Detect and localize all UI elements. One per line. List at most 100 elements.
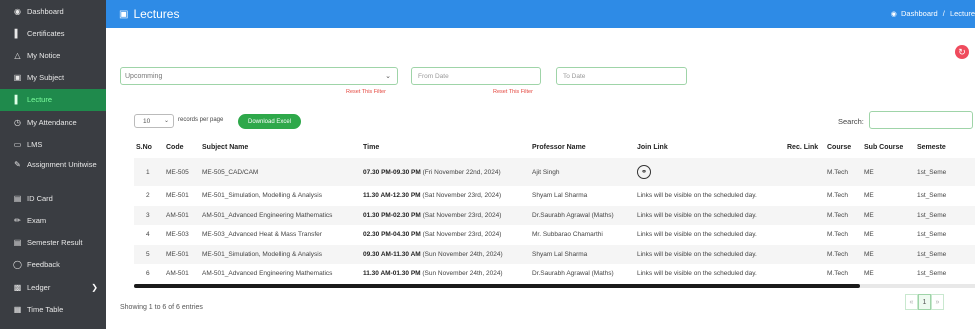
time-range: 11.30 AM-12.30 PM: [363, 192, 421, 200]
sidebar-item-time-table[interactable]: ▦ Time Table: [0, 298, 106, 320]
from-date-placeholder: From Date: [418, 72, 449, 80]
column-header-join-link[interactable]: Join Link: [635, 136, 785, 158]
sidebar-item-label: Lecture: [27, 95, 53, 105]
cell-time: 07.30 PM-09.30 PM (Fri November 22nd, 20…: [361, 158, 530, 186]
time-range: 01.30 PM-02.30 PM: [363, 211, 421, 219]
breadcrumb-home-link[interactable]: Dashboard: [901, 9, 938, 18]
next-page-button[interactable]: »: [931, 294, 944, 310]
sidebar-item-lms[interactable]: ▭ LMS: [0, 133, 106, 155]
link-icon[interactable]: ⚭: [637, 165, 651, 179]
palette-icon: ◉: [890, 11, 897, 18]
cell-time: 01.30 PM-02.30 PM (Sat November 23rd, 20…: [361, 205, 530, 225]
sidebar-item-my-attendance[interactable]: ◷ My Attendance: [0, 111, 106, 133]
chat-icon: ◯: [13, 260, 22, 270]
cell-sno: 4: [146, 231, 150, 239]
lectures-table: S.No Code Subject Name Time Professor Na…: [134, 136, 975, 284]
cell-sno: 6: [146, 270, 150, 278]
table-row: 4 ME-503 ME-503_Advanced Heat & Mass Tra…: [134, 225, 975, 245]
book-icon: ▣: [13, 73, 22, 83]
column-header-time[interactable]: Time: [361, 136, 530, 158]
download-excel-button[interactable]: Download Excel: [238, 114, 301, 129]
sidebar-item-feedback[interactable]: ◯ Feedback: [0, 254, 106, 276]
page-length-select[interactable]: 10 ⌄: [134, 114, 174, 128]
sidebar-item-my-notice[interactable]: △ My Notice: [0, 44, 106, 66]
records-per-page-label: records per page: [178, 117, 224, 123]
cell-semester: 1st_Seme: [917, 231, 947, 239]
time-range: 09.30 AM-11.30 AM: [363, 250, 421, 258]
cell-time: 02.30 PM-04.30 PM (Sat November 23rd, 20…: [361, 225, 530, 245]
column-header-semester[interactable]: Semeste: [915, 136, 975, 158]
cell-join-link: Links will be visible on the scheduled d…: [635, 244, 785, 264]
pencil-icon: ✏: [14, 216, 21, 226]
cell-subject: ME-503_Advanced Heat & Mass Transfer: [202, 231, 322, 239]
from-date-input[interactable]: From Date: [411, 67, 541, 85]
chevron-right-icon: ❯: [91, 282, 98, 292]
column-header-code[interactable]: Code: [164, 136, 200, 158]
table-header-row: S.No Code Subject Name Time Professor Na…: [134, 136, 975, 158]
sidebar-item-label: ID Card: [27, 193, 53, 203]
cell-join-link: ⚭: [635, 158, 785, 186]
cell-join-link: Links will be visible on the scheduled d…: [635, 205, 785, 225]
cell-sub-course: ME: [864, 192, 874, 200]
sidebar-item-semester-result[interactable]: ▤ Semester Result: [0, 232, 106, 254]
sidebar-item-label: My Notice: [27, 50, 61, 60]
book-icon: ▌: [14, 95, 21, 105]
cell-professor: Dr.Saurabh Agrawal (Maths): [530, 205, 635, 225]
clock-icon: ◷: [14, 117, 21, 127]
scrollbar-thumb[interactable]: [134, 284, 860, 288]
time-date: (Sat November 23rd, 2024): [420, 231, 502, 239]
column-header-subject[interactable]: Subject Name: [200, 136, 361, 158]
lectures-table-container[interactable]: S.No Code Subject Name Time Professor Na…: [134, 136, 975, 284]
status-filter-select[interactable]: Upcomming ⌄: [120, 67, 398, 85]
to-date-placeholder: To Date: [563, 72, 586, 80]
sidebar-item-id-card[interactable]: ▤ ID Card: [0, 187, 106, 209]
chevron-down-icon: ⌄: [163, 118, 169, 124]
id-card-icon: ▤: [13, 193, 22, 203]
cell-subject: AM-501_Advanced Engineering Mathematics: [202, 270, 333, 278]
cell-course: M.Tech: [827, 231, 848, 239]
previous-page-button[interactable]: «: [905, 294, 918, 310]
cell-sno: 3: [134, 205, 164, 225]
cell-course: M.Tech: [825, 244, 862, 264]
book-icon: ▌: [14, 28, 21, 38]
cell-semester: 1st_Seme: [917, 192, 947, 200]
reset-status-filter-link[interactable]: Reset This Filter: [346, 89, 386, 95]
sidebar-item-label: Time Table: [27, 304, 64, 314]
cell-course: M.Tech: [827, 192, 848, 200]
column-header-rec-link[interactable]: Rec. Link: [785, 136, 825, 158]
monitor-icon: ▭: [13, 139, 22, 149]
page-length-value: 10: [143, 117, 151, 125]
sidebar-item-ledger[interactable]: ▩ Ledger ❯: [0, 276, 106, 298]
sidebar-item-certificates[interactable]: ▌ Certificates: [0, 22, 106, 44]
sidebar-item-label: My Subject: [27, 73, 65, 83]
cell-join-link: Links will be visible on the scheduled d…: [637, 192, 757, 200]
time-date: (Sun November 24th, 2024): [420, 270, 503, 278]
column-header-professor[interactable]: Professor Name: [530, 136, 635, 158]
cell-professor: Shyam Lal Sharma: [532, 192, 588, 200]
table-row: 5 ME-501 ME-501_Simulation, Modelling & …: [134, 244, 975, 264]
sidebar-item-assignment-unitwise[interactable]: ✎ Assignment Unitwise: [0, 155, 106, 187]
column-header-course[interactable]: Course: [825, 136, 862, 158]
edit-icon: ✎: [14, 160, 21, 170]
sidebar: ◉ Dashboard ▌ Certificates △ My Notice ▣…: [0, 0, 106, 329]
cell-rec-link: [785, 158, 825, 186]
column-header-sub-course[interactable]: Sub Course: [862, 136, 915, 158]
horizontal-scrollbar[interactable]: [134, 284, 975, 288]
page-header: ▣ Lectures ◉ Dashboard / Lecture: [106, 0, 975, 28]
sidebar-item-label: Exam: [27, 216, 47, 226]
sidebar-item-my-subject[interactable]: ▣ My Subject: [0, 67, 106, 89]
cell-time: 11.30 AM-01.30 PM (Sun November 24th, 20…: [361, 264, 530, 284]
to-date-input[interactable]: To Date: [556, 67, 687, 85]
cell-subject: ME-505_CAD/CAM: [200, 158, 361, 186]
column-header-sno[interactable]: S.No: [134, 136, 164, 158]
sidebar-item-exam[interactable]: ✏ Exam: [0, 210, 106, 232]
page-1-button[interactable]: 1: [918, 294, 931, 310]
breadcrumb-separator: /: [942, 9, 945, 18]
refresh-button[interactable]: ↻: [955, 45, 969, 59]
sidebar-item-label: Ledger: [27, 282, 51, 292]
sidebar-item-lecture[interactable]: ▌ Lecture: [0, 88, 106, 111]
reset-date-filter-link[interactable]: Reset This Filter: [493, 89, 533, 95]
search-input[interactable]: [869, 111, 973, 129]
cell-time: 09.30 AM-11.30 AM (Sun November 24th, 20…: [361, 244, 530, 264]
sidebar-item-dashboard[interactable]: ◉ Dashboard: [0, 0, 106, 22]
